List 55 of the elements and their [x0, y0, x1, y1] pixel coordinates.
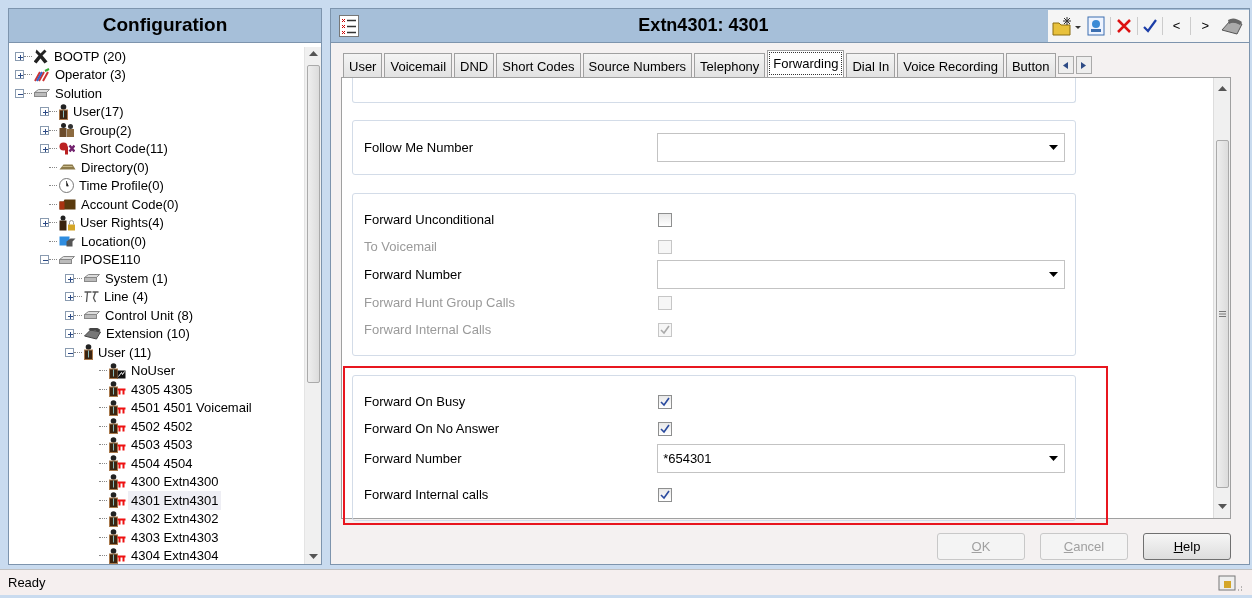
- previous-button[interactable]: <: [1166, 15, 1187, 36]
- tree-item[interactable]: 4504 4504: [128, 453, 196, 473]
- tree-item[interactable]: 4303 Extn4303: [128, 527, 222, 547]
- tree-item[interactable]: Extension (10): [103, 324, 193, 344]
- field-label: Forward Number: [364, 449, 463, 468]
- tree-item[interactable]: 4304 Extn4304: [128, 546, 222, 566]
- tree-item[interactable]: Control Unit (8): [102, 305, 197, 325]
- tree-item[interactable]: Account Code(0): [78, 194, 182, 214]
- field-label: Forward Hunt Group Calls: [364, 293, 516, 312]
- dialog-button[interactable]: Help: [1143, 533, 1231, 560]
- tree-item[interactable]: Solution: [52, 83, 105, 103]
- tree-item[interactable]: Directory(0): [78, 157, 152, 177]
- number-dropdown[interactable]: *654301: [657, 444, 1065, 473]
- tree-item[interactable]: System (1): [102, 268, 171, 288]
- tree-item[interactable]: Short Code(11): [77, 139, 171, 159]
- tree-item[interactable]: User Rights(4): [77, 213, 167, 233]
- tree-item[interactable]: 4300 Extn4300: [128, 472, 222, 492]
- tree-item[interactable]: 4502 4502: [128, 416, 196, 436]
- field-label: Follow Me Number: [364, 138, 475, 157]
- field-label: Forward On Busy: [364, 392, 467, 411]
- tree-item[interactable]: User (11): [95, 342, 155, 362]
- tree-item[interactable]: 4501 4501 Voicemail: [128, 398, 255, 418]
- tree-item[interactable]: IPOSE110: [77, 250, 144, 270]
- tree-item[interactable]: Time Profile(0): [76, 176, 167, 196]
- field-label: Forward Number: [364, 265, 463, 284]
- field-label: To Voicemail: [364, 237, 438, 256]
- tree-item[interactable]: Line (4): [101, 287, 152, 307]
- tree-item[interactable]: BOOTP (20): [51, 46, 129, 66]
- tree-item[interactable]: 4305 4305: [128, 379, 196, 399]
- next-button[interactable]: >: [1195, 15, 1215, 36]
- field-label: Forward Internal Calls: [364, 320, 493, 339]
- window-title: Extn4301: 4301: [637, 14, 770, 37]
- tab[interactable]: Source Numbers: [582, 53, 693, 77]
- tab[interactable]: Forwarding: [767, 50, 845, 77]
- tree-item[interactable]: 4302 Extn4302: [128, 509, 222, 529]
- tree-item[interactable]: 4503 4503: [128, 435, 196, 455]
- tab[interactable]: Voicemail: [384, 53, 453, 77]
- tab[interactable]: Dial In: [846, 53, 896, 77]
- field-label: Forward On No Answer: [364, 419, 501, 438]
- field-label: Forward Internal calls: [364, 485, 490, 504]
- tab[interactable]: Short Codes: [496, 53, 581, 77]
- tree-item[interactable]: NoUser: [128, 361, 179, 381]
- panel-title: Configuration: [9, 9, 321, 43]
- field-label: Forward Unconditional: [364, 210, 496, 229]
- tab[interactable]: DND: [454, 53, 495, 77]
- status-text: Ready: [8, 573, 47, 592]
- tree-item[interactable]: Operator (3): [52, 65, 129, 85]
- tree-item[interactable]: 4301 Extn4301: [128, 490, 222, 510]
- tree-item[interactable]: Location(0): [78, 231, 150, 251]
- tab[interactable]: Button: [1005, 53, 1056, 77]
- tab[interactable]: User: [343, 53, 383, 77]
- tree-item[interactable]: User(17): [70, 102, 127, 122]
- tab[interactable]: Telephony: [694, 53, 766, 77]
- tab[interactable]: Voice Recording: [897, 53, 1004, 77]
- tree-item[interactable]: Group(2): [76, 120, 135, 140]
